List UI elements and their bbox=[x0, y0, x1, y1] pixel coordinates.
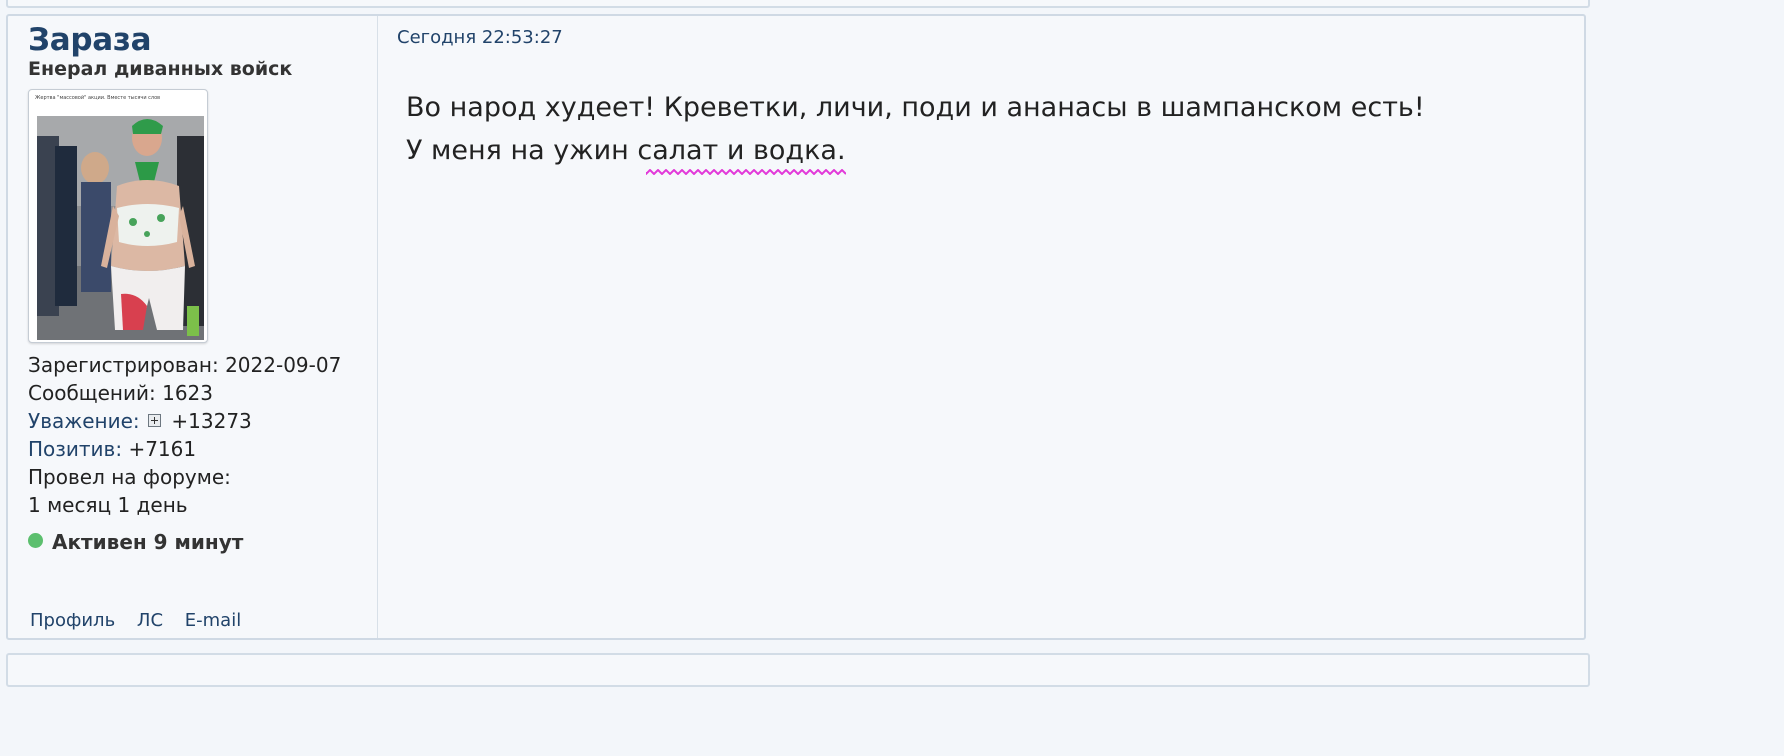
registered-label: Зарегистрирован: bbox=[28, 353, 219, 377]
messages-info: Сообщений: 1623 bbox=[28, 381, 213, 405]
author-username[interactable]: Зараза bbox=[28, 22, 151, 58]
respect-link[interactable]: Уважение: bbox=[28, 409, 140, 433]
registered-value: 2022-09-07 bbox=[225, 353, 342, 377]
post-body-line-1: Во народ худеет! Креветки, личи, поди и … bbox=[406, 92, 1425, 123]
private-message-link[interactable]: ЛС bbox=[137, 610, 163, 631]
online-status-text: Активен 9 минут bbox=[52, 530, 244, 554]
profile-link[interactable]: Профиль bbox=[30, 610, 115, 631]
time-on-forum-value: 1 месяц 1 день bbox=[28, 493, 188, 517]
post-content-panel: Сегодня 22:53:27 Во народ худеет! Кревет… bbox=[378, 16, 1584, 638]
messages-label: Сообщений: bbox=[28, 381, 156, 405]
author-avatar[interactable]: Жертва "массовой" акции. Вместе тысячи с… bbox=[28, 89, 208, 343]
messages-value: 1623 bbox=[162, 381, 213, 405]
spellcheck-squiggle bbox=[646, 169, 847, 175]
next-post-edge bbox=[6, 653, 1590, 687]
online-status: Активен 9 минут bbox=[28, 530, 243, 554]
post-text: У меня на ужин bbox=[406, 135, 638, 166]
post-text-end: . bbox=[836, 135, 846, 166]
plus-icon[interactable] bbox=[148, 414, 162, 427]
post-body-line-2: У меня на ужин салат и водка. bbox=[406, 129, 1425, 175]
previous-post-edge bbox=[6, 0, 1590, 8]
avatar-caption: Жертва "массовой" акции. Вместе тысячи с… bbox=[35, 95, 161, 101]
positive-link[interactable]: Позитив: bbox=[28, 437, 122, 461]
respect-value: +13273 bbox=[171, 409, 252, 433]
time-on-forum-label: Провел на форуме: bbox=[28, 465, 231, 489]
post-author-panel: Зараза Енерал диванных войск Жертва "мас… bbox=[8, 16, 378, 638]
respect-info: Уважение: +13273 bbox=[28, 409, 252, 433]
underlined-words: салат и водка bbox=[637, 135, 837, 166]
positive-value: +7161 bbox=[128, 437, 197, 461]
post-date[interactable]: Сегодня 22:53:27 bbox=[397, 27, 563, 48]
online-dot-icon bbox=[28, 533, 43, 548]
post-body: Во народ худеет! Креветки, личи, поди и … bbox=[406, 86, 1425, 175]
author-rank-title: Енерал диванных войск bbox=[28, 58, 293, 80]
post-author-actions: Профиль ЛС E-mail bbox=[30, 610, 257, 631]
positive-info: Позитив: +7161 bbox=[28, 437, 196, 461]
registered-info: Зарегистрирован: 2022-09-07 bbox=[28, 353, 341, 377]
forum-post: Зараза Енерал диванных войск Жертва "мас… bbox=[6, 14, 1586, 640]
spellcheck-underlined-text: салат и водка bbox=[637, 135, 847, 175]
email-link[interactable]: E-mail bbox=[185, 610, 241, 631]
avatar-photo bbox=[37, 116, 204, 340]
